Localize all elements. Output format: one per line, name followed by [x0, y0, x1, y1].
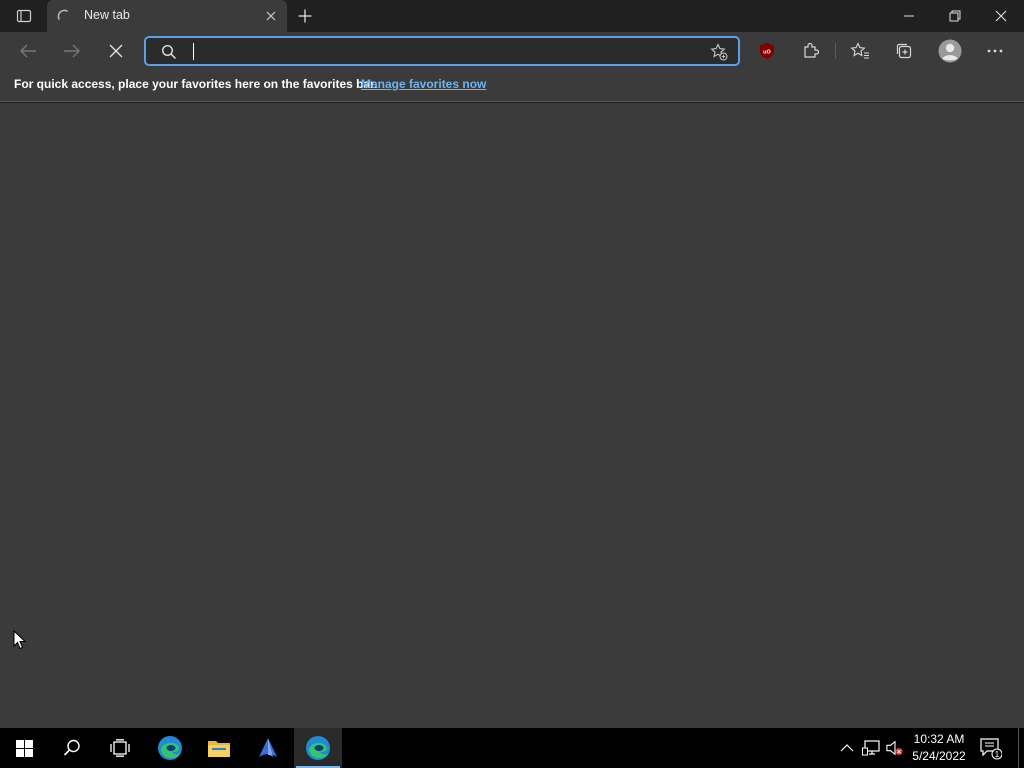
network-icon	[862, 740, 880, 756]
profile-button[interactable]	[935, 36, 965, 66]
restore-icon	[949, 10, 961, 22]
collections-button[interactable]	[889, 36, 919, 66]
favorites-bar: For quick access, place your favorites h…	[0, 70, 1024, 102]
tray-network-button[interactable]	[862, 739, 880, 757]
tray-overflow-button[interactable]	[838, 739, 856, 757]
more-button[interactable]	[980, 36, 1010, 66]
search-icon	[161, 44, 177, 60]
tray-volume-button[interactable]	[886, 739, 904, 757]
loading-spinner-icon	[57, 9, 68, 20]
back-button[interactable]	[13, 36, 43, 66]
address-input[interactable]	[190, 41, 690, 61]
extensions-icon	[804, 42, 820, 58]
plus-icon	[298, 9, 312, 23]
close-icon	[266, 11, 276, 21]
toolbar-separator	[835, 43, 836, 59]
search-icon	[63, 739, 80, 756]
tab-close-button[interactable]	[263, 8, 279, 24]
page-content[interactable]	[0, 103, 1024, 728]
forward-icon	[64, 44, 80, 58]
taskbar: 10:32 AM 5/24/2022 1	[0, 728, 1024, 768]
more-icon	[987, 49, 1003, 53]
tab-actions-icon	[16, 9, 32, 23]
profile-icon	[938, 39, 962, 63]
ublock-button[interactable]: uO	[752, 36, 782, 66]
notification-icon: 1	[980, 738, 1003, 760]
tab-actions-button[interactable]	[8, 6, 40, 26]
minimize-icon	[904, 15, 914, 17]
favorites-icon	[850, 42, 869, 59]
task-view-button[interactable]	[96, 728, 144, 768]
svg-text:uO: uO	[763, 50, 771, 56]
edge-icon	[158, 736, 182, 760]
taskbar-clock[interactable]: 10:32 AM 5/24/2022	[910, 731, 968, 765]
action-center-button[interactable]: 1	[978, 736, 1003, 760]
start-button[interactable]	[0, 728, 48, 768]
chevron-up-icon	[840, 744, 854, 752]
favorite-add-icon[interactable]	[710, 43, 728, 61]
minimize-button[interactable]	[886, 0, 932, 32]
title-bar: New tab	[0, 0, 1024, 32]
close-window-button[interactable]	[978, 0, 1024, 32]
show-desktop-button[interactable]	[1018, 728, 1019, 768]
clock-date: 5/24/2022	[912, 749, 966, 763]
restore-button[interactable]	[932, 0, 978, 32]
address-bar[interactable]	[144, 36, 740, 66]
collections-icon	[896, 43, 912, 59]
file-explorer-icon	[208, 741, 230, 757]
stop-icon	[109, 44, 123, 58]
edge-icon	[306, 736, 330, 760]
taskbar-edge-button[interactable]	[146, 728, 194, 768]
forward-button[interactable]	[57, 36, 87, 66]
clock-time: 10:32 AM	[913, 732, 965, 746]
tab-title: New tab	[84, 8, 130, 22]
back-icon	[20, 44, 36, 58]
task-view-icon	[110, 739, 130, 757]
taskbar-file-explorer-button[interactable]	[195, 728, 243, 768]
taskbar-app-button[interactable]	[244, 728, 292, 768]
screen: New tab uO For quick access, place your …	[0, 0, 1024, 768]
notification-count: 1	[995, 750, 1000, 759]
app-icon	[259, 738, 277, 757]
taskbar-edge-active-button[interactable]	[294, 728, 342, 768]
close-icon	[995, 10, 1007, 22]
new-tab-button[interactable]	[293, 4, 317, 28]
tab-new-tab[interactable]: New tab	[47, 0, 287, 32]
ublock-icon: uO	[760, 43, 774, 59]
mouse-pointer-icon	[13, 630, 27, 650]
volume-muted-icon	[886, 740, 903, 756]
toolbar: uO	[0, 32, 1024, 70]
favorites-button[interactable]	[845, 36, 875, 66]
text-caret	[193, 43, 194, 60]
manage-favorites-link[interactable]: Manage favorites now	[361, 77, 486, 91]
extensions-button[interactable]	[796, 36, 826, 66]
favorites-bar-message: For quick access, place your favorites h…	[14, 77, 378, 91]
windows-start-icon	[15, 739, 33, 757]
stop-button[interactable]	[101, 36, 131, 66]
taskbar-search-button[interactable]	[48, 728, 96, 768]
